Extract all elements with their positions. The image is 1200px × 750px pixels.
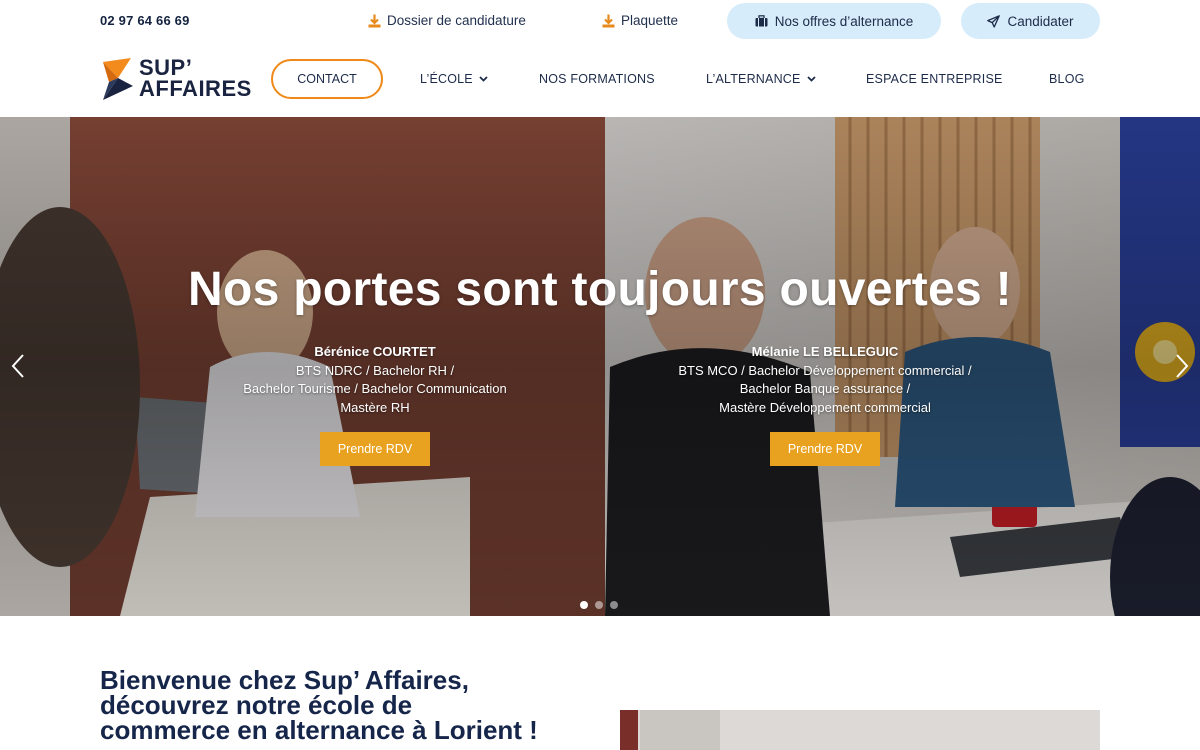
chevron-down-icon: [479, 76, 488, 82]
download-icon: [368, 14, 381, 27]
hero-slider: Nos portes sont toujours ouvertes ! Béré…: [0, 117, 1200, 616]
nav-item-label: NOS FORMATIONS: [539, 72, 655, 86]
application-file-label: Dossier de candidature: [387, 13, 526, 28]
sup-affaires-logo[interactable]: SUP’ AFFAIRES: [101, 56, 253, 104]
nav-item-label: L’ALTERNANCE: [706, 72, 801, 86]
job-offers-label: Nos offres d’alternance: [774, 13, 914, 29]
nav-item-label: L’ÉCOLE: [420, 72, 473, 86]
brochure-link[interactable]: Plaquette: [602, 13, 678, 28]
welcome-photo-image: [620, 710, 1100, 750]
contact-button[interactable]: CONTACT: [271, 59, 383, 99]
advisor-programs-line: Bachelor Banque assurance /: [739, 381, 911, 396]
nav-item-label: ESPACE ENTREPRISE: [866, 72, 1003, 86]
welcome-heading-line: commerce en alternance à Lorient !: [100, 715, 538, 745]
advisor-programs-line: BTS NDRC / Bachelor RH /: [295, 362, 455, 378]
advisor-card: Mélanie LE BELLEGUIC BTS MCO / Bachelor …: [645, 343, 1005, 417]
slide-dot-1[interactable]: [580, 601, 588, 609]
nav-item-espace-entreprise[interactable]: ESPACE ENTREPRISE: [866, 72, 1003, 86]
next-slide-arrow-icon[interactable]: [1174, 353, 1190, 379]
previous-slide-arrow-icon[interactable]: [10, 353, 26, 379]
advisor-name: Mélanie LE BELLEGUIC: [751, 344, 899, 359]
book-appointment-button[interactable]: Prendre RDV: [320, 432, 430, 466]
logo-line-2: AFFAIRES: [139, 76, 252, 101]
advisor-name: Bérénice COURTET: [314, 344, 436, 359]
advisor-programs-line: Mastère Développement commercial: [719, 399, 931, 415]
logo-mark-icon: [103, 58, 133, 100]
brochure-label: Plaquette: [621, 13, 679, 28]
apply-label: Candidater: [1007, 13, 1074, 29]
paper-plane-icon: [987, 14, 1001, 28]
main-navigation: SUP’ AFFAIRES CONTACT L’ÉCOLE NOS FORMAT…: [0, 42, 1200, 117]
nav-item-ecole[interactable]: L’ÉCOLE: [420, 72, 488, 86]
job-offers-button[interactable]: Nos offres d’alternance: [727, 3, 941, 39]
welcome-photo: [620, 710, 1100, 750]
nav-item-formations[interactable]: NOS FORMATIONS: [539, 72, 655, 86]
slide-dot-3[interactable]: [610, 601, 618, 609]
slide-dot-2[interactable]: [595, 601, 603, 609]
download-icon: [602, 14, 615, 27]
top-bar: 02 97 64 66 69 Dossier de candidature Pl…: [0, 0, 1200, 42]
nav-item-label: BLOG: [1049, 72, 1085, 86]
advisor-programs-line: BTS MCO / Bachelor Développement commerc…: [678, 362, 972, 378]
advisor-programs-line: Mastère RH: [340, 399, 410, 415]
phone-number[interactable]: 02 97 64 66 69: [100, 13, 190, 28]
nav-item-alternance[interactable]: L’ALTERNANCE: [706, 72, 816, 86]
book-appointment-button[interactable]: Prendre RDV: [770, 432, 880, 466]
apply-button[interactable]: Candidater: [961, 3, 1100, 39]
application-file-link[interactable]: Dossier de candidature: [368, 13, 526, 28]
slider-pagination: [580, 601, 618, 609]
nav-item-blog[interactable]: BLOG: [1049, 72, 1085, 86]
hero-background-photo: [0, 117, 1200, 616]
welcome-heading: Bienvenue chez Sup’ Affaires, découvrez …: [100, 667, 600, 745]
briefcase-icon: [755, 15, 768, 27]
chevron-down-icon: [806, 76, 816, 82]
advisor-card: Bérénice COURTET BTS NDRC / Bachelor RH …: [195, 343, 555, 417]
advisor-programs-line: Bachelor Tourisme / Bachelor Communicati…: [243, 381, 507, 396]
hero-title: Nos portes sont toujours ouvertes !: [188, 263, 1012, 316]
